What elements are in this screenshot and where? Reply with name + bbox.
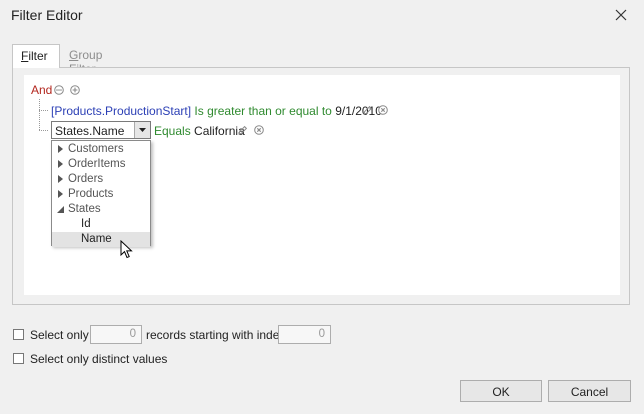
mouse-cursor-icon — [120, 240, 133, 259]
remove-condition-icon[interactable] — [378, 105, 388, 115]
select-only-checkbox[interactable] — [13, 329, 24, 340]
field-combobox-value: States.Name — [55, 124, 125, 138]
dropdown-item-orders[interactable]: Orders — [52, 172, 150, 187]
condition-field[interactable]: [Products.ProductionStart] — [51, 104, 191, 118]
dropdown-item-states[interactable]: States — [52, 202, 150, 217]
field-combobox[interactable]: States.Name — [51, 121, 151, 139]
expand-arrow-icon — [58, 190, 63, 198]
condition-value[interactable]: 9/1/2010 — [335, 104, 382, 118]
tab-filter[interactable]: Filter — [12, 44, 60, 68]
group-operator[interactable]: And — [31, 83, 52, 97]
tab-filter-label: ilter — [28, 49, 48, 63]
window-title: Filter Editor — [11, 7, 83, 23]
select-only-count-input[interactable]: 0 — [90, 325, 142, 344]
dropdown-item-label: States — [68, 203, 101, 215]
select-only-label: Select only — [30, 328, 89, 342]
remove-condition-icon[interactable] — [254, 125, 264, 135]
dropdown-item-label: Orders — [68, 173, 104, 185]
close-button[interactable] — [606, 2, 636, 28]
dropdown-item-label: Products — [68, 188, 114, 200]
tree-connector — [39, 130, 48, 131]
dropdown-item-id[interactable]: Id — [52, 217, 150, 232]
distinct-values-label: Select only distinct values — [30, 352, 168, 366]
dropdown-item-orderitems[interactable]: OrderItems — [52, 157, 150, 172]
tab-group-filter[interactable]: Group Filter — [61, 44, 139, 76]
combobox-dropdown-button[interactable] — [134, 122, 150, 138]
chevron-down-icon — [139, 128, 146, 132]
ok-button[interactable]: OK — [460, 380, 542, 402]
expand-arrow-icon — [58, 160, 63, 168]
condition-operator[interactable]: Equals — [154, 124, 191, 138]
expand-arrow-icon — [58, 175, 63, 183]
collapse-arrow-icon — [57, 206, 64, 213]
cancel-button[interactable]: Cancel — [548, 380, 631, 402]
close-icon — [615, 9, 627, 21]
dropdown-item-label: Name — [81, 233, 112, 245]
tree-connector — [39, 99, 40, 130]
dropdown-item-products[interactable]: Products — [52, 187, 150, 202]
tree-connector — [39, 110, 48, 111]
edit-pencil-icon[interactable] — [237, 125, 248, 136]
dropdown-item-label: OrderItems — [68, 158, 126, 170]
dropdown-item-label: Customers — [68, 143, 124, 155]
condition-row-1: [Products.ProductionStart] Is greater th… — [51, 104, 382, 118]
dropdown-item-customers[interactable]: Customers — [52, 142, 150, 157]
start-index-input[interactable]: 0 — [278, 325, 331, 344]
dropdown-item-label: Id — [81, 218, 91, 230]
distinct-values-checkbox[interactable] — [13, 353, 24, 364]
condition-row-2: Equals California — [154, 124, 245, 138]
expand-arrow-icon — [58, 145, 63, 153]
field-dropdown-list: Customers OrderItems Orders Products Sta… — [51, 140, 151, 247]
add-group-icon[interactable] — [54, 85, 64, 95]
condition-operator[interactable]: Is greater than or equal to — [194, 104, 331, 118]
dropdown-item-name[interactable]: Name — [52, 232, 150, 247]
add-condition-icon[interactable] — [70, 85, 80, 95]
records-label: records starting with index — [146, 328, 286, 342]
edit-pencil-icon[interactable] — [362, 105, 373, 116]
tab-group-filter-accesskey: G — [69, 48, 79, 62]
